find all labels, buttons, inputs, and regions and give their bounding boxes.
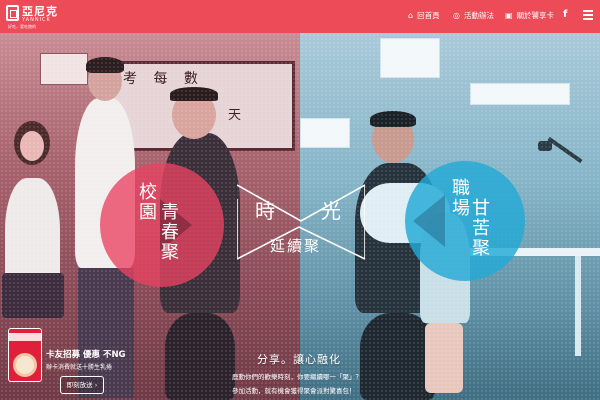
student-boy-face xyxy=(88,61,122,101)
member-card-image[interactable] xyxy=(8,328,42,382)
brand-logo[interactable]: 亞尼克 YANNICK 好吃，要吃飽的 xyxy=(6,3,57,31)
chalkboard: 考 每 數 天 xyxy=(110,61,295,151)
boss-pants xyxy=(360,313,435,400)
tagline: 分享。讓心融化 xyxy=(257,353,341,366)
cake-roll-icon xyxy=(13,353,37,377)
office-desk-leg xyxy=(575,256,581,356)
play-icon xyxy=(413,195,445,247)
teacher-face xyxy=(172,91,216,139)
student-girl-face xyxy=(20,131,44,161)
office-shelf xyxy=(470,83,570,105)
hero-scene: 考 每 數 天 校園 青春聚 職場 甘苦聚 時 光 延續聚 分享。讓心融化 鹿動… xyxy=(0,33,600,400)
title-char-light: 光 xyxy=(321,199,341,223)
info-icon: ◎ xyxy=(453,11,460,20)
nav-event-rules-link[interactable]: ◎ 活動辦法 xyxy=(453,10,494,21)
logo-sub: YANNICK xyxy=(22,17,51,23)
promo-title-highlight: 不NG xyxy=(102,350,126,360)
campus-label-line2: 青春聚 xyxy=(161,202,179,263)
card-icon: ▣ xyxy=(505,11,513,20)
nav-event-label: 活動辦法 xyxy=(463,11,494,20)
boss-hair xyxy=(370,111,416,127)
facebook-icon[interactable]: f xyxy=(563,9,567,20)
logo-tagline: 好吃，要吃飽的 xyxy=(8,24,36,29)
nav-card-link[interactable]: ▣ 關於饕享卡 xyxy=(505,10,554,21)
teacher-pants xyxy=(165,313,235,400)
desk-lamp xyxy=(547,136,583,164)
office-shelf xyxy=(300,118,350,148)
promo-title-main: 卡友招募 優惠 xyxy=(46,350,100,360)
title-char-time: 時 xyxy=(255,199,275,223)
workplace-play-button[interactable]: 職場 甘苦聚 xyxy=(405,161,525,281)
home-icon: ⌂ xyxy=(408,11,414,20)
nav-card-label: 關於饕享卡 xyxy=(516,11,555,20)
student-girl-skirt xyxy=(2,273,64,318)
office-shelf xyxy=(380,38,440,78)
workplace-label-line1: 職場 xyxy=(452,178,470,219)
nav-home-link[interactable]: ⌂ 回首頁 xyxy=(408,10,440,21)
campaign-title: 時 光 延續聚 xyxy=(237,181,365,263)
nav-home-label: 回首頁 xyxy=(417,11,440,20)
campus-label-line1: 校園 xyxy=(139,182,157,223)
title-subtitle: 延續聚 xyxy=(270,237,322,255)
top-nav-bar: 亞尼克 YANNICK 好吃，要吃飽的 ⌂ 回首頁 ◎ 活動辦法 ▣ 關於饕享卡… xyxy=(0,0,600,33)
desk-lamp-head xyxy=(538,141,552,151)
promo-cta-button[interactable]: 即刻放送 › xyxy=(60,376,104,394)
teacher-hair xyxy=(170,87,218,101)
office-worker-legs xyxy=(425,323,463,393)
chalkboard-text: 考 每 數 xyxy=(123,71,204,87)
logo-mark-icon xyxy=(6,5,19,21)
boss-face xyxy=(372,115,414,163)
description-line-2: 參加活動，就有機會獲得聚會派對驚喜包！ xyxy=(232,387,356,395)
workplace-label-line2: 甘苦聚 xyxy=(472,198,490,259)
hamburger-menu-icon[interactable] xyxy=(583,10,593,20)
promo-subtitle: 辦卡消費就送十勝生乳捲 xyxy=(46,364,113,371)
student-girl xyxy=(5,178,60,308)
classroom-sign xyxy=(40,53,88,85)
promo-title: 卡友招募 優惠 不NG xyxy=(46,348,126,360)
student-girl-hair xyxy=(14,121,50,165)
student-boy-hair xyxy=(86,57,124,73)
description-line-1: 鹿動你們的歡樂時刻，你要繼續哪一「聚」？ xyxy=(232,373,362,381)
chalkboard-text-2: 天 xyxy=(228,108,242,123)
campus-youth-play-button[interactable]: 校園 青春聚 xyxy=(100,163,224,287)
